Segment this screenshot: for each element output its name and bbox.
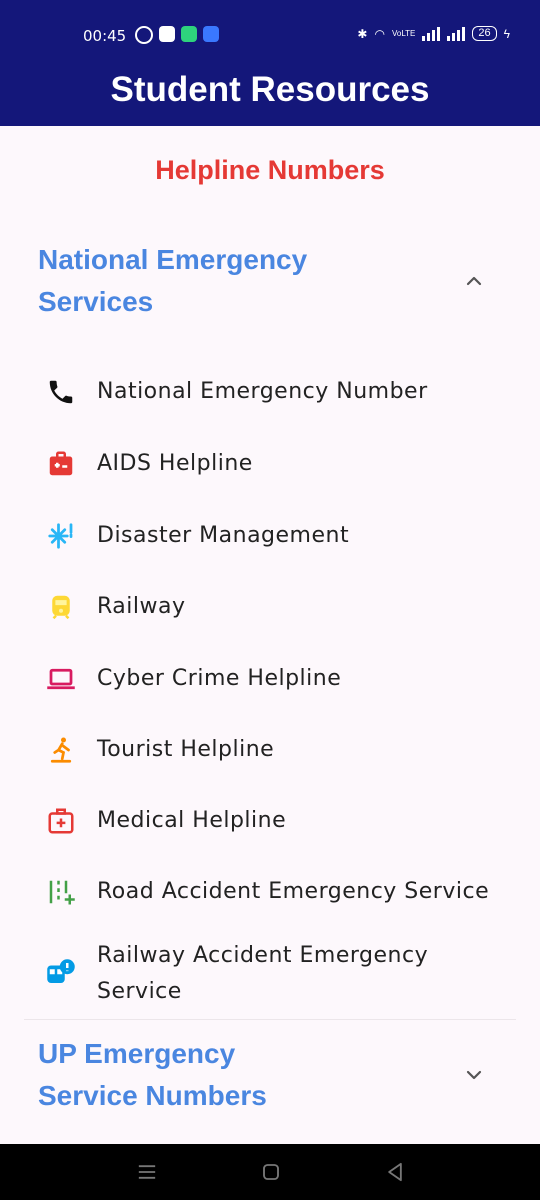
signal-icon-2 xyxy=(447,26,466,41)
volte-icon: VoLTE xyxy=(391,29,416,38)
hiker-icon xyxy=(50,737,72,763)
item-label: Road Accident Emergency Service xyxy=(97,879,490,904)
train-alert-icon xyxy=(47,959,75,983)
bluetooth-icon: ✱ xyxy=(357,26,368,41)
system-nav-bar xyxy=(0,1144,540,1200)
list-item-cyber-crime[interactable]: Cyber Crime Helpline xyxy=(0,649,540,709)
group-title-up: UP Emergency Service Numbers xyxy=(38,1038,267,1111)
list-item-medical[interactable]: Medical Helpline xyxy=(0,791,540,851)
app-bar: Student Resources xyxy=(0,62,540,126)
list-item-railway[interactable]: Railway xyxy=(0,577,540,637)
medical-kit-icon xyxy=(49,451,73,476)
item-label: Cyber Crime Helpline xyxy=(97,666,342,691)
first-aid-icon xyxy=(48,808,74,834)
app-notification-icon xyxy=(181,26,197,42)
list-item-railway-accident[interactable]: Railway Accident Emergency Service xyxy=(0,935,540,1011)
status-bar: 00:45 ✱ ◠ VoLTE 26 ϟ xyxy=(0,0,540,62)
contacts-icon xyxy=(159,26,175,42)
list-item-road-accident[interactable]: Road Accident Emergency Service xyxy=(0,862,540,922)
list-item-national-emergency[interactable]: National Emergency Number xyxy=(0,362,540,422)
phone-icon xyxy=(49,380,73,404)
status-time: 00:45 xyxy=(83,27,127,45)
wifi-icon: ◠ xyxy=(374,26,385,41)
list-item-disaster-management[interactable]: Disaster Management xyxy=(0,506,540,566)
home-icon[interactable] xyxy=(257,1158,285,1186)
group-title-national: National Emergency Services xyxy=(38,244,308,317)
menu-icon[interactable] xyxy=(133,1158,161,1186)
page-title: Student Resources xyxy=(110,70,430,109)
whatsapp-icon xyxy=(135,26,153,44)
item-label: Tourist Helpline xyxy=(97,737,275,762)
charging-icon: ϟ xyxy=(503,26,510,41)
divider xyxy=(24,1019,516,1020)
back-icon[interactable] xyxy=(381,1158,409,1186)
signal-icon xyxy=(422,26,441,41)
laptop-icon xyxy=(47,668,75,690)
chevron-up-icon[interactable] xyxy=(462,269,486,293)
snowflake-alert-icon xyxy=(48,523,73,549)
item-label: AIDS Helpline xyxy=(97,451,253,476)
notification-icons xyxy=(135,26,219,44)
status-right-icons: ✱ ◠ VoLTE 26 ϟ xyxy=(357,26,510,41)
chevron-down-icon[interactable] xyxy=(462,1063,486,1087)
item-label: Railway xyxy=(97,594,186,619)
train-icon xyxy=(52,595,70,620)
battery-icon: 26 xyxy=(472,26,497,41)
road-plus-icon xyxy=(49,880,75,905)
item-label: Medical Helpline xyxy=(97,808,287,833)
list-item-tourist[interactable]: Tourist Helpline xyxy=(0,720,540,780)
item-label: Disaster Management xyxy=(97,523,350,548)
shield-notification-icon xyxy=(203,26,219,42)
item-label: National Emergency Number xyxy=(97,379,428,404)
section-title: Helpline Numbers xyxy=(155,155,385,185)
list-item-aids-helpline[interactable]: AIDS Helpline xyxy=(0,434,540,494)
item-label: Railway Accident Emergency Service xyxy=(97,943,429,1004)
